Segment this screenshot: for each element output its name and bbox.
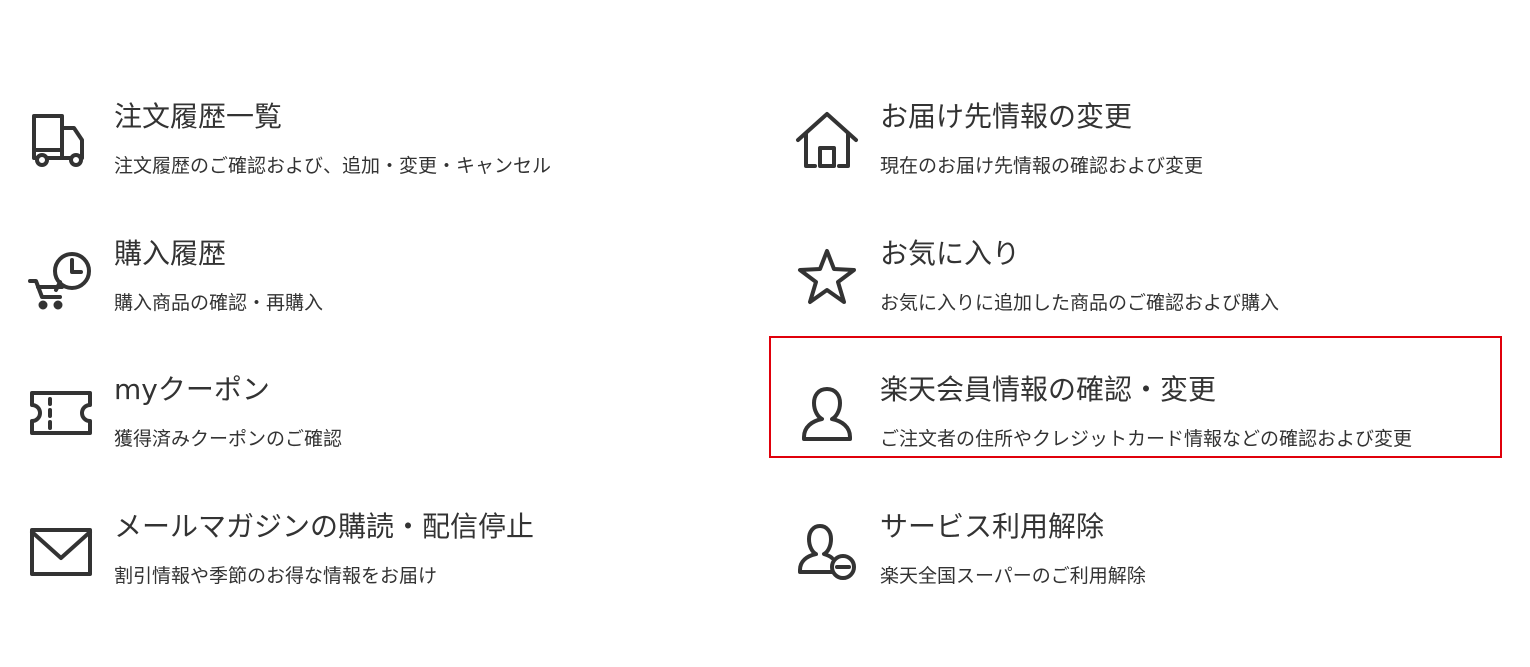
menu-item-my-coupon[interactable]: myクーポン 獲得済みクーポンのご確認 bbox=[0, 355, 740, 455]
menu-item-description: 楽天全国スーパーのご利用解除 bbox=[880, 565, 1146, 587]
menu-item-delivery-address[interactable]: お届け先情報の変更 現在のお届け先情報の確認および変更 bbox=[770, 82, 1502, 182]
menu-item-description: ご注文者の住所やクレジットカード情報などの確認および変更 bbox=[880, 428, 1413, 450]
menu-item-service-cancel[interactable]: サービス利用解除 楽天全国スーパーのご利用解除 bbox=[770, 492, 1502, 592]
cart-clock-icon bbox=[28, 245, 94, 311]
menu-item-member-info[interactable]: 楽天会員情報の確認・変更 ご注文者の住所やクレジットカード情報などの確認および変… bbox=[770, 355, 1502, 455]
menu-item-description: 獲得済みクーポンのご確認 bbox=[114, 428, 343, 450]
user-minus-icon bbox=[794, 518, 860, 584]
menu-item-newsletter[interactable]: メールマガジンの購読・配信停止 割引情報や季節のお得な情報をお届け bbox=[0, 492, 740, 592]
menu-item-title: myクーポン bbox=[114, 373, 270, 406]
menu-item-favorites[interactable]: お気に入り お気に入りに追加した商品のご確認および購入 bbox=[770, 219, 1502, 319]
star-icon bbox=[794, 245, 860, 311]
menu-item-title: メールマガジンの購読・配信停止 bbox=[114, 510, 535, 543]
house-icon bbox=[794, 108, 860, 174]
menu-item-title: 注文履歴一覧 bbox=[114, 100, 283, 133]
account-menu-grid: 注文履歴一覧 注文履歴のご確認および、追加・変更・キャンセル お届け先情報の変更… bbox=[0, 0, 1530, 667]
user-icon bbox=[794, 381, 860, 447]
menu-item-purchase-history[interactable]: 購入履歴 購入商品の確認・再購入 bbox=[0, 219, 740, 319]
menu-item-title: お気に入り bbox=[880, 237, 1021, 270]
menu-item-order-history[interactable]: 注文履歴一覧 注文履歴のご確認および、追加・変更・キャンセル bbox=[0, 82, 740, 182]
menu-item-description: 購入商品の確認・再購入 bbox=[114, 292, 324, 314]
menu-item-title: 楽天会員情報の確認・変更 bbox=[880, 373, 1217, 406]
menu-item-title: 購入履歴 bbox=[114, 237, 227, 270]
menu-item-description: お気に入りに追加した商品のご確認および購入 bbox=[880, 292, 1280, 314]
truck-icon bbox=[28, 108, 94, 174]
menu-item-title: お届け先情報の変更 bbox=[880, 100, 1133, 133]
coupon-icon bbox=[28, 381, 94, 447]
envelope-icon bbox=[28, 518, 94, 584]
menu-item-description: 注文履歴のご確認および、追加・変更・キャンセル bbox=[114, 155, 552, 177]
menu-item-description: 現在のお届け先情報の確認および変更 bbox=[880, 155, 1204, 177]
menu-item-description: 割引情報や季節のお得な情報をお届け bbox=[114, 565, 438, 587]
menu-item-title: サービス利用解除 bbox=[880, 510, 1105, 543]
